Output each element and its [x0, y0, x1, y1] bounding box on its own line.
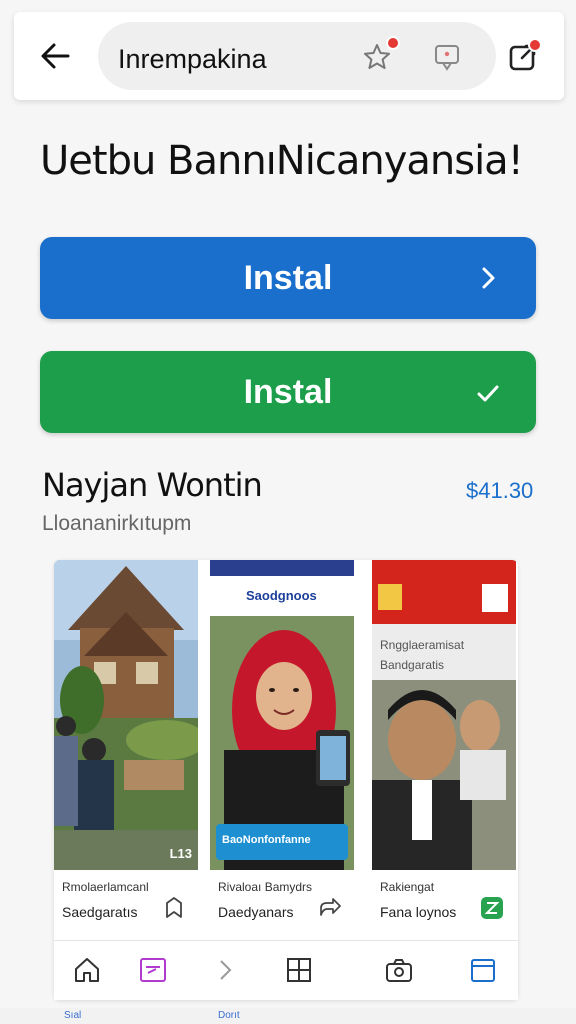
notification-badge — [386, 36, 400, 50]
screenshot-card[interactable]: L13 Rmolaerlamcanl Saedgaratıs — [54, 560, 198, 936]
chat-icon[interactable] — [430, 40, 464, 74]
screenshot-caption: Rmolaerlamcanl — [62, 880, 149, 894]
grid-icon[interactable] — [284, 955, 314, 985]
back-arrow-icon[interactable] — [36, 36, 76, 76]
search-bar[interactable]: Inrempakina — [98, 22, 496, 90]
install-button-label: Instal — [243, 373, 333, 411]
share-icon[interactable] — [318, 896, 342, 920]
install-button-label: Instal — [243, 259, 333, 297]
app-subtitle: Lloananirkıtupm — [42, 512, 192, 535]
bottom-strip-label: Sıal — [64, 1010, 82, 1021]
screenshot-top-label: Saodgnoos — [246, 588, 317, 603]
notification-badge — [528, 38, 542, 52]
bookmark-icon[interactable] — [162, 896, 186, 920]
screenshot-image: L13 — [54, 560, 198, 870]
window-icon[interactable] — [468, 955, 498, 985]
app-price: $41.30 — [466, 478, 534, 503]
screenshot-top-label: Rngglaeramisat — [380, 638, 465, 652]
screenshot-caption: Saedgaratıs — [62, 904, 138, 920]
app-title: Nayjan Wontin — [42, 466, 263, 504]
screenshot-caption: Fana loynos — [380, 904, 457, 920]
screenshot-carousel[interactable]: L13 Rmolaerlamcanl Saedgaratıs Saodgnoos… — [54, 560, 518, 1000]
search-text[interactable]: Inrempakina — [118, 44, 267, 75]
screenshot-image: Saodgnoos BaoNonfonfanne — [210, 560, 354, 870]
screenshot-caption: Daedyanars — [218, 904, 294, 920]
screenshot-caption: Rivaloaı Bamydrs — [218, 880, 313, 894]
screenshot-card[interactable]: Saodgnoos BaoNonfonfanne Rivaloaı Bamydr… — [210, 560, 354, 936]
edit-icon[interactable] — [138, 955, 168, 985]
page-title: Uetbu BannıNicanyansia! — [40, 138, 524, 184]
screenshot-image: Rngglaeramisat Bandgaratis — [372, 560, 516, 870]
screenshot-overlay-label: L13 — [169, 846, 192, 861]
bottom-strip-label: Dorıt — [218, 1010, 240, 1021]
screenshot-caption: Rakiengat — [380, 880, 435, 894]
install-button-confirm[interactable]: Instal — [40, 351, 536, 433]
chevron-right-icon[interactable] — [210, 955, 240, 985]
install-button-primary[interactable]: Instal — [40, 237, 536, 319]
home-icon[interactable] — [72, 955, 102, 985]
screenshot-card[interactable]: Rngglaeramisat Bandgaratis Rakiengat Fan… — [372, 560, 516, 936]
top-app-bar: Inrempakina — [14, 12, 564, 100]
screenshot-overlay-label: BaoNonfonfanne — [222, 834, 311, 846]
check-icon — [477, 385, 499, 402]
bottom-navigation — [54, 940, 518, 1000]
screenshot-top-label-secondary: Bandgaratis — [380, 658, 445, 672]
app-badge-icon[interactable] — [480, 896, 504, 920]
chevron-right-icon — [482, 267, 495, 289]
camera-icon[interactable] — [384, 955, 414, 985]
bottom-strip: Sıal Dorıt — [0, 1008, 576, 1024]
